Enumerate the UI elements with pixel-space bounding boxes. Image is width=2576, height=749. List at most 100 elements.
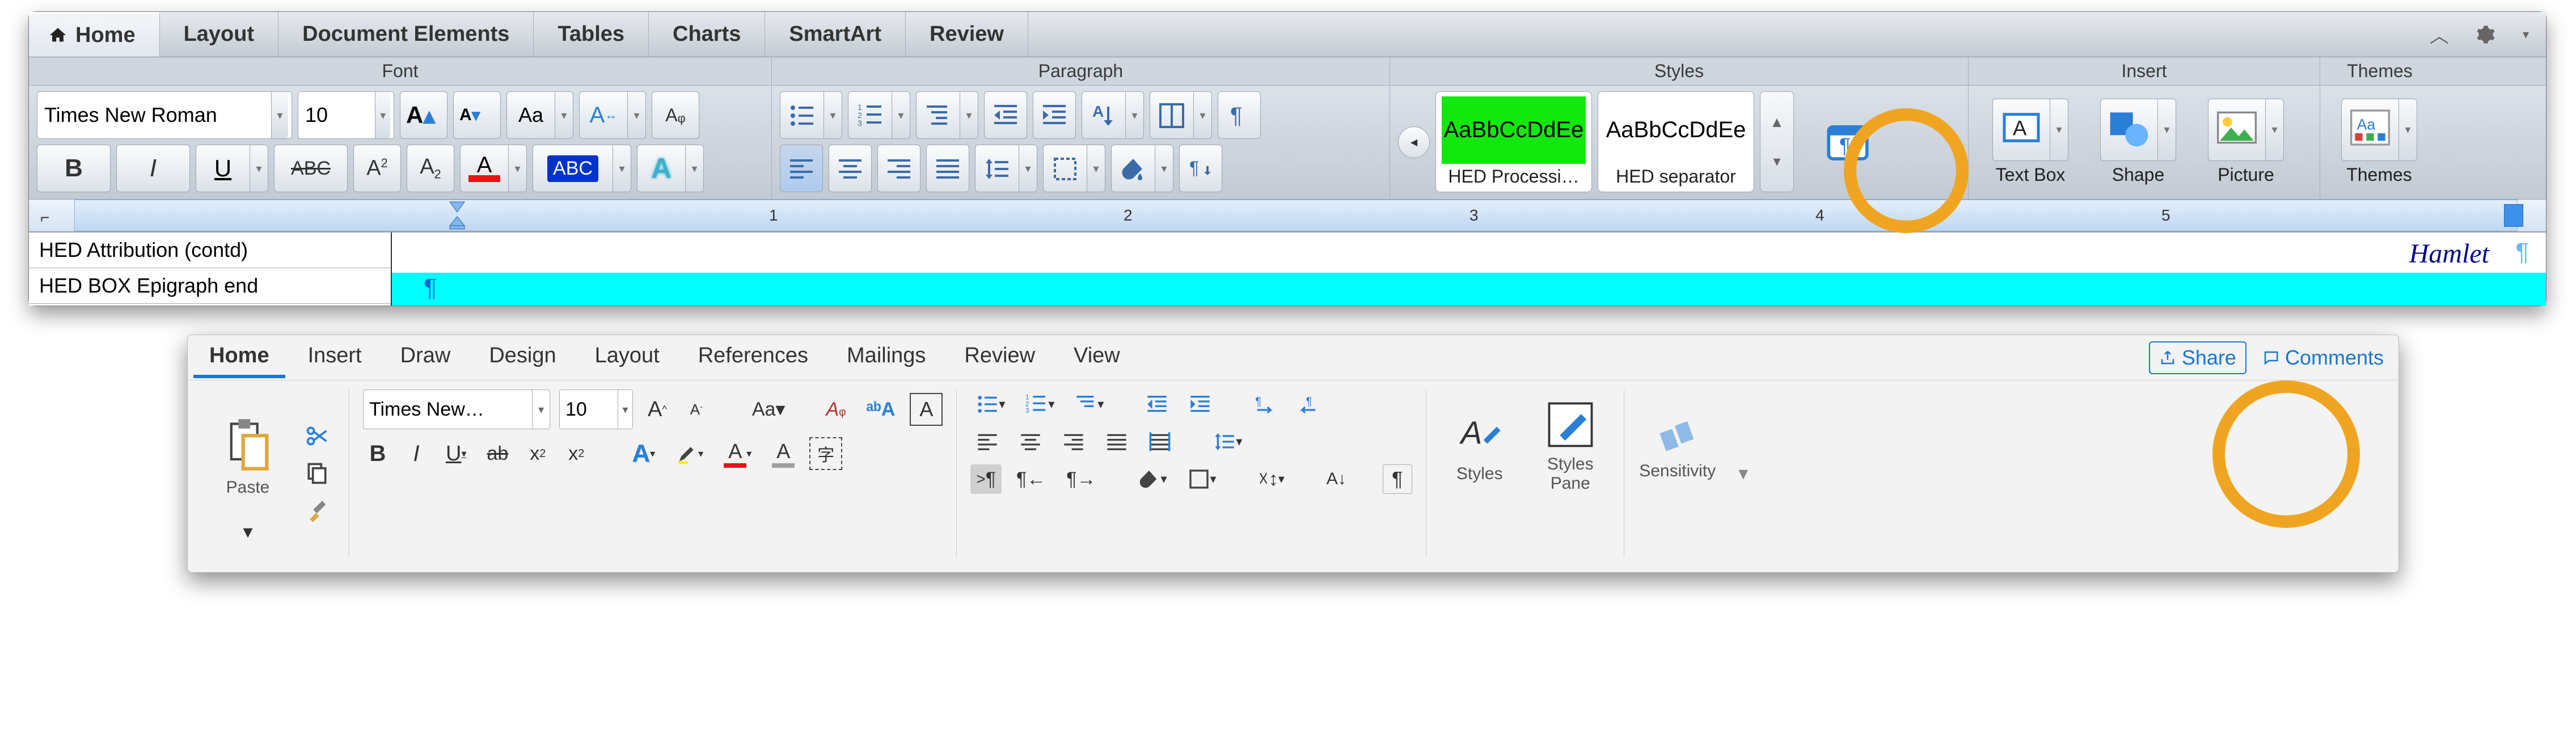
- picture-button[interactable]: ▾ Picture: [2192, 91, 2300, 192]
- strikethrough-button[interactable]: ABC: [274, 145, 348, 192]
- font-size-input[interactable]: [305, 103, 375, 127]
- tab-insert[interactable]: Insert: [292, 337, 378, 378]
- tab-home[interactable]: Home: [193, 337, 285, 378]
- tab-view[interactable]: View: [1058, 337, 1136, 378]
- horizontal-ruler[interactable]: ⌐ 1 2 3 4 5: [29, 199, 2546, 232]
- subscript-button[interactable]: A2: [407, 145, 454, 192]
- change-case-dropdown[interactable]: ▾: [555, 92, 573, 138]
- underline-button[interactable]: U ▾: [196, 145, 268, 192]
- styles-prev-button[interactable]: ◀: [1398, 126, 1430, 158]
- font-size-select[interactable]: ▾: [298, 91, 394, 139]
- format-painter-button[interactable]: [299, 496, 335, 526]
- text-box-dropdown[interactable]: ▾: [2050, 99, 2068, 160]
- shading-dropdown[interactable]: ▾: [1155, 145, 1173, 192]
- paste-dropdown[interactable]: ▾: [233, 517, 263, 547]
- style-card-hed-separator[interactable]: AaBbCcDdEe HED separator: [1598, 91, 1754, 192]
- sort-button[interactable]: A↓: [1321, 464, 1352, 494]
- align-center-button[interactable]: [829, 145, 872, 192]
- shape-button[interactable]: ▾ Shape: [2090, 91, 2186, 192]
- borders-dropdown[interactable]: ▾: [1087, 145, 1105, 192]
- ribbon-menu-icon[interactable]: ▾: [2516, 24, 2536, 45]
- font-size-select[interactable]: ▾: [559, 390, 633, 429]
- columns-dropdown[interactable]: ▾: [1193, 92, 1211, 138]
- multilevel-list-button[interactable]: ▾: [1069, 390, 1109, 419]
- grow-font-button[interactable]: A▴: [400, 91, 447, 139]
- clear-formatting-button[interactable]: Aᵩ: [652, 91, 699, 139]
- line-spacing-dropdown[interactable]: ▾: [1019, 145, 1037, 192]
- font-size-input[interactable]: [560, 399, 618, 421]
- underline-button[interactable]: U ▾: [440, 439, 472, 468]
- shrink-font-button[interactable]: Aˇ: [682, 395, 711, 424]
- align-left-button[interactable]: [970, 427, 1004, 456]
- font-size-dropdown[interactable]: ▾: [375, 92, 390, 138]
- align-center-button[interactable]: [1013, 427, 1048, 456]
- tab-references[interactable]: References: [682, 337, 824, 378]
- bold-button[interactable]: B: [363, 439, 392, 469]
- hanging-indent-marker[interactable]: [449, 215, 466, 230]
- character-border-button[interactable]: A: [910, 393, 943, 426]
- themes-button[interactable]: Aa▾ Themes: [2328, 91, 2430, 192]
- italic-button[interactable]: I: [402, 439, 431, 469]
- quick-styles-button[interactable]: A Styles: [1440, 390, 1519, 503]
- shading-button[interactable]: ▾: [1111, 145, 1173, 192]
- underline-dropdown[interactable]: ▾: [250, 145, 268, 192]
- font-family-input[interactable]: [364, 399, 532, 421]
- tab-document-elements[interactable]: Document Elements: [278, 12, 534, 57]
- borders-button[interactable]: ▾: [1182, 464, 1222, 494]
- change-case-button[interactable]: Aa ▾: [746, 395, 791, 424]
- text-direction-button[interactable]: A▾: [1082, 91, 1144, 139]
- font-family-dropdown[interactable]: ▾: [271, 92, 288, 138]
- text-effects-button[interactable]: A ▾: [637, 145, 704, 192]
- grow-font-button[interactable]: A^: [642, 395, 673, 424]
- columns-button[interactable]: ▾: [1150, 91, 1212, 139]
- tab-mailings[interactable]: Mailings: [831, 337, 941, 378]
- superscript-button[interactable]: A2: [353, 145, 401, 192]
- clear-formatting-button[interactable]: Aᵩ: [820, 395, 851, 424]
- style-area-item[interactable]: HED Attribution (contd): [29, 232, 391, 268]
- distributed-button[interactable]: [1143, 427, 1177, 456]
- italic-button[interactable]: I: [116, 145, 190, 192]
- styles-gallery-scroller[interactable]: ▲▾: [1760, 91, 1794, 192]
- bold-button[interactable]: B: [37, 145, 111, 192]
- sensitivity-button[interactable]: Sensitivity: [1638, 390, 1717, 503]
- manage-styles-button[interactable]: ¶: [1800, 91, 1896, 192]
- options-gear-icon[interactable]: [2469, 22, 2502, 48]
- align-right-button[interactable]: [1057, 427, 1091, 456]
- increase-indent-button[interactable]: [1183, 390, 1217, 419]
- first-line-indent-marker[interactable]: [449, 201, 466, 213]
- numbering-button[interactable]: 123▾: [848, 91, 910, 139]
- character-shading-button[interactable]: A: [766, 437, 800, 470]
- highlight-dropdown[interactable]: ▾: [613, 145, 631, 192]
- tab-layout[interactable]: Layout: [579, 337, 675, 378]
- font-family-input[interactable]: [44, 103, 271, 127]
- multilevel-list-button[interactable]: ▾: [916, 91, 978, 139]
- style-card-hed-processi[interactable]: AaBbCcDdEe HED Processi…: [1435, 91, 1592, 192]
- tab-home[interactable]: Home: [29, 12, 160, 57]
- share-button[interactable]: Share: [2149, 341, 2246, 374]
- ltr-button[interactable]: ¶: [1248, 390, 1282, 419]
- document-page[interactable]: Hamlet ¶ ¶: [392, 232, 2546, 306]
- highlight-button[interactable]: ▾: [670, 439, 709, 468]
- show-marks-toggle[interactable]: >¶: [970, 464, 1002, 494]
- enclose-characters-button[interactable]: 字: [809, 437, 842, 470]
- paste-button[interactable]: Paste: [208, 400, 288, 514]
- indent-right-field[interactable]: ¶→: [1061, 464, 1101, 494]
- decrease-indent-button[interactable]: [984, 91, 1027, 139]
- styles-pane-button[interactable]: StylesPane: [1531, 390, 1610, 503]
- align-justify-button[interactable]: [926, 145, 969, 192]
- tab-tables[interactable]: Tables: [534, 12, 649, 57]
- align-justify-button[interactable]: [1100, 427, 1134, 456]
- char-scale-dropdown[interactable]: ▾: [627, 92, 645, 138]
- rtl-button[interactable]: ¶: [1291, 390, 1325, 419]
- subscript-button[interactable]: x2: [523, 439, 552, 468]
- align-left-button[interactable]: [780, 145, 823, 192]
- shape-dropdown[interactable]: ▾: [2157, 99, 2176, 160]
- font-size-dropdown[interactable]: ▾: [618, 390, 632, 429]
- text-direction-dropdown[interactable]: ▾: [1125, 92, 1143, 138]
- bullets-button[interactable]: ▾: [780, 91, 842, 139]
- collapse-ribbon-icon[interactable]: ︿: [2423, 17, 2456, 52]
- shrink-font-button[interactable]: A▾: [453, 91, 501, 139]
- change-case-button[interactable]: Aa ▾: [506, 91, 573, 139]
- phonetic-guide-button[interactable]: ᵃᵇA: [861, 395, 901, 424]
- strikethrough-button[interactable]: ab: [482, 439, 514, 468]
